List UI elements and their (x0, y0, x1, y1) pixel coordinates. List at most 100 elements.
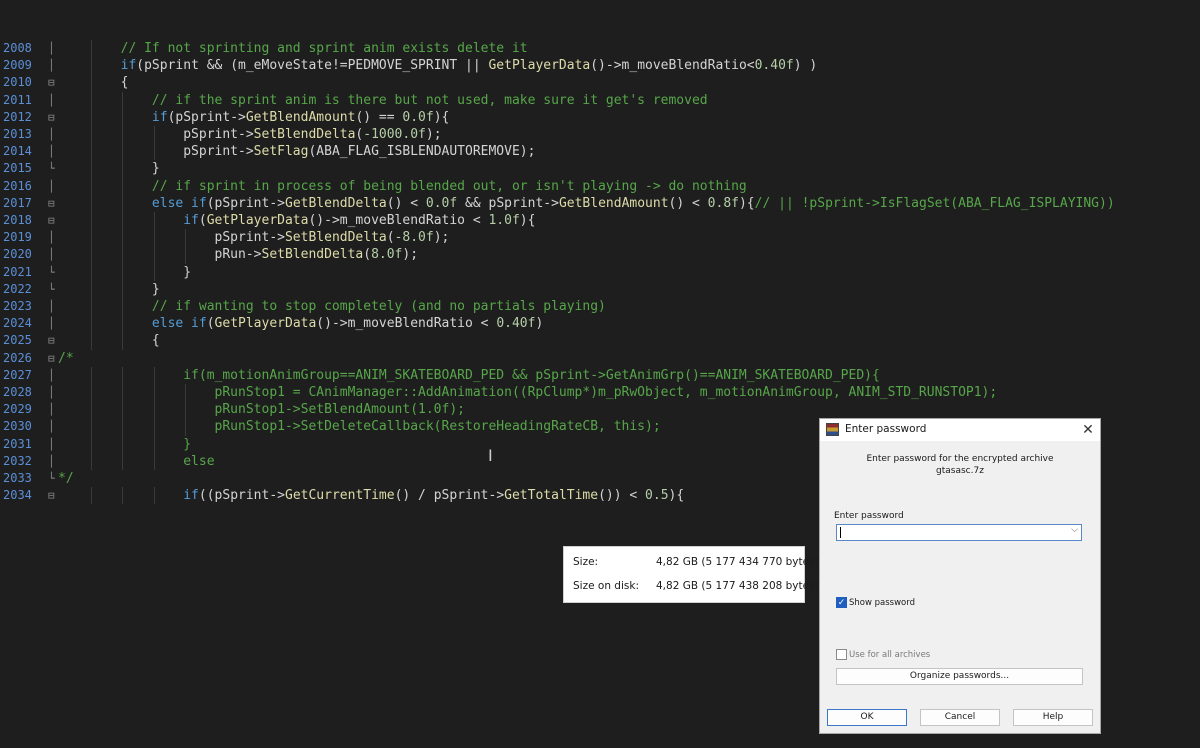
code-text: */ (58, 470, 74, 487)
code-token: pSprint-> (214, 488, 285, 504)
line-number: 2009 (3, 58, 32, 73)
code-text: } (58, 264, 191, 281)
code-token: ( (363, 247, 372, 263)
code-line[interactable]: 2025 ⊟ { (0, 332, 1200, 350)
code-token: () / pSprint-> (394, 488, 505, 504)
code-token: GetBlendAmount (558, 195, 669, 211)
code-text: pRunStop1 = CAnimManager::AddAnimation((… (58, 384, 998, 401)
code-token: pRunStop1->SetDeleteCallback(RestoreHead… (58, 419, 661, 435)
code-line[interactable]: 2027 │ if(m_motionAnimGroup==ANIM_SKATEBO… (0, 366, 1200, 384)
code-token: SetBlendDelta (253, 127, 356, 142)
code-text: // If not sprinting and sprint anim exis… (58, 40, 528, 57)
password-field-label: Enter password (834, 511, 904, 521)
code-line[interactable]: 2028 │ pRunStop1 = CAnimManager::AddAnima… (0, 384, 1200, 402)
code-line[interactable]: 2018 ⊟ if(GetPlayerData()->m_moveBlendRat… (0, 212, 1200, 230)
code-token: ); (433, 230, 450, 246)
code-line[interactable]: 2017 ⊟ else if(pSprint->GetBlendDelta() <… (0, 194, 1200, 212)
code-token: () < (386, 195, 426, 211)
code-token: ){ (519, 213, 536, 228)
code-token: (pSprint && (m_eMoveState!=PEDMOVE_SPRIN… (136, 58, 489, 74)
code-token: } (58, 161, 160, 177)
chevron-down-icon[interactable]: ⌵ (1071, 525, 1078, 535)
code-token: GetPlayerData (206, 213, 309, 228)
code-line[interactable]: 2029 │ pRunStop1->SetBlendAmount(1.0f); (0, 401, 1200, 419)
code-token: 0.0f (425, 195, 458, 211)
code-line[interactable]: 2020 │ pRun->SetBlendDelta(8.0f); (0, 246, 1200, 264)
code-token: if (58, 488, 199, 504)
password-input[interactable]: ⌵ (836, 524, 1082, 541)
dialog-message: Enter password for the encrypted archive (866, 454, 1054, 464)
code-text: { (58, 74, 129, 91)
code-token: } (58, 281, 160, 297)
code-line[interactable]: 2023 │ // if wanting to stop completely (… (0, 298, 1200, 316)
code-line[interactable]: 2015 └ } (0, 160, 1200, 178)
code-token: ( (206, 316, 215, 332)
code-text: if((pSprint->GetCurrentTime() / pSprint-… (58, 487, 684, 504)
organize-passwords-button[interactable]: Organize passwords... (836, 668, 1083, 685)
code-text: if(pSprint->GetBlendAmount() == 0.0f){ (58, 109, 449, 126)
code-token: && pSprint-> (457, 195, 559, 211)
code-line[interactable]: 2013 │ pSprint->SetBlendDelta(-1000.0f); (0, 126, 1200, 144)
size-value: 4,82 GB (5 177 434 770 bytes) (656, 556, 819, 568)
code-line[interactable]: 2016 │ // if sprint in process of being b… (0, 177, 1200, 195)
code-token: (ABA_FLAG_ISBLENDAUTOREMOVE); (308, 144, 536, 160)
line-number: 2033 (3, 471, 32, 485)
code-line[interactable]: 2008 │ // If not sprinting and sprint ani… (0, 40, 1200, 58)
code-token: 0.0f (402, 109, 434, 125)
code-text: { (58, 332, 160, 349)
code-line[interactable]: 2022 └ } (0, 280, 1200, 298)
code-token: /* (58, 350, 74, 366)
code-token: 1.0f (488, 213, 520, 228)
code-token: pSprint-> (58, 230, 285, 246)
code-line[interactable]: 2011 │ // if the sprint anim is there but… (0, 91, 1200, 109)
code-line[interactable]: 2014 │ pSprint->SetFlag(ABA_FLAG_ISBLENDA… (0, 143, 1200, 161)
code-token: ( (386, 230, 395, 246)
use-for-all-archives-label[interactable]: Use for all archives (849, 650, 930, 660)
close-icon[interactable]: ✕ (1078, 420, 1098, 440)
code-line[interactable]: 2019 │ pSprint->SetBlendDelta(-8.0f); (0, 229, 1200, 247)
show-password-checkbox[interactable]: ✓ (836, 597, 847, 608)
ok-button[interactable]: OK (827, 709, 907, 726)
code-line[interactable]: 2010 ⊟ { (0, 74, 1200, 92)
code-token: SetFlag (253, 144, 309, 160)
code-line[interactable]: 2026 ⊟/* (0, 350, 1200, 367)
code-token: */ (58, 471, 74, 486)
show-password-label[interactable]: Show password (849, 598, 915, 608)
dialog-titlebar[interactable]: Enter password ✕ (820, 419, 1100, 441)
file-properties-panel: Size: 4,82 GB (5 177 434 770 bytes) Size… (563, 546, 819, 603)
code-line[interactable]: 2012 ⊟ if(pSprint->GetBlendAmount() == 0.… (0, 108, 1200, 126)
use-for-all-archives-checkbox[interactable] (836, 649, 847, 660)
code-token: // if sprint in process of being blended… (58, 178, 747, 194)
code-line[interactable]: 2024 │ else if(GetPlayerData()->m_moveBle… (0, 315, 1200, 333)
cancel-button[interactable]: Cancel (920, 709, 1000, 726)
code-line[interactable]: 2009 │ if(pSprint && (m_eMoveState!=PEDMO… (0, 57, 1200, 75)
line-number: 2034 (3, 488, 32, 503)
code-token: ( (198, 213, 207, 228)
code-text: else if(pSprint->GetBlendDelta() < 0.0f … (58, 195, 1115, 212)
code-token: ) (535, 316, 544, 332)
line-number: 2029 (3, 402, 32, 417)
code-line[interactable]: 2021 └ } (0, 263, 1200, 281)
line-number: 2022 (3, 281, 32, 296)
code-token: ); (425, 127, 442, 142)
code-token: if (58, 58, 137, 74)
code-token: SetBlendDelta (284, 230, 387, 246)
code-text: } (58, 160, 160, 177)
code-token: ()) < (598, 488, 646, 504)
code-token: 0.8f (707, 195, 739, 211)
code-token: -8.0f (394, 230, 434, 246)
help-button[interactable]: Help (1013, 709, 1093, 726)
code-token: ()->m_moveBlendRatio < (316, 316, 497, 332)
code-token: () < (668, 195, 708, 211)
line-number: 2010 (3, 75, 32, 90)
line-number: 2026 (3, 350, 32, 365)
archive-name: gtasasc.7z (936, 466, 984, 476)
code-token: pSprint-> (58, 127, 254, 142)
code-token: pSprint-> (58, 144, 254, 160)
code-token: // If not sprinting and sprint anim exis… (58, 41, 528, 56)
code-token: 0.5 (645, 488, 669, 504)
line-number: 2018 (3, 213, 32, 227)
line-number: 2027 (3, 367, 32, 382)
code-token: pRunStop1->SetBlendAmount(1.0f); (58, 402, 465, 418)
line-number: 2021 (3, 264, 32, 279)
